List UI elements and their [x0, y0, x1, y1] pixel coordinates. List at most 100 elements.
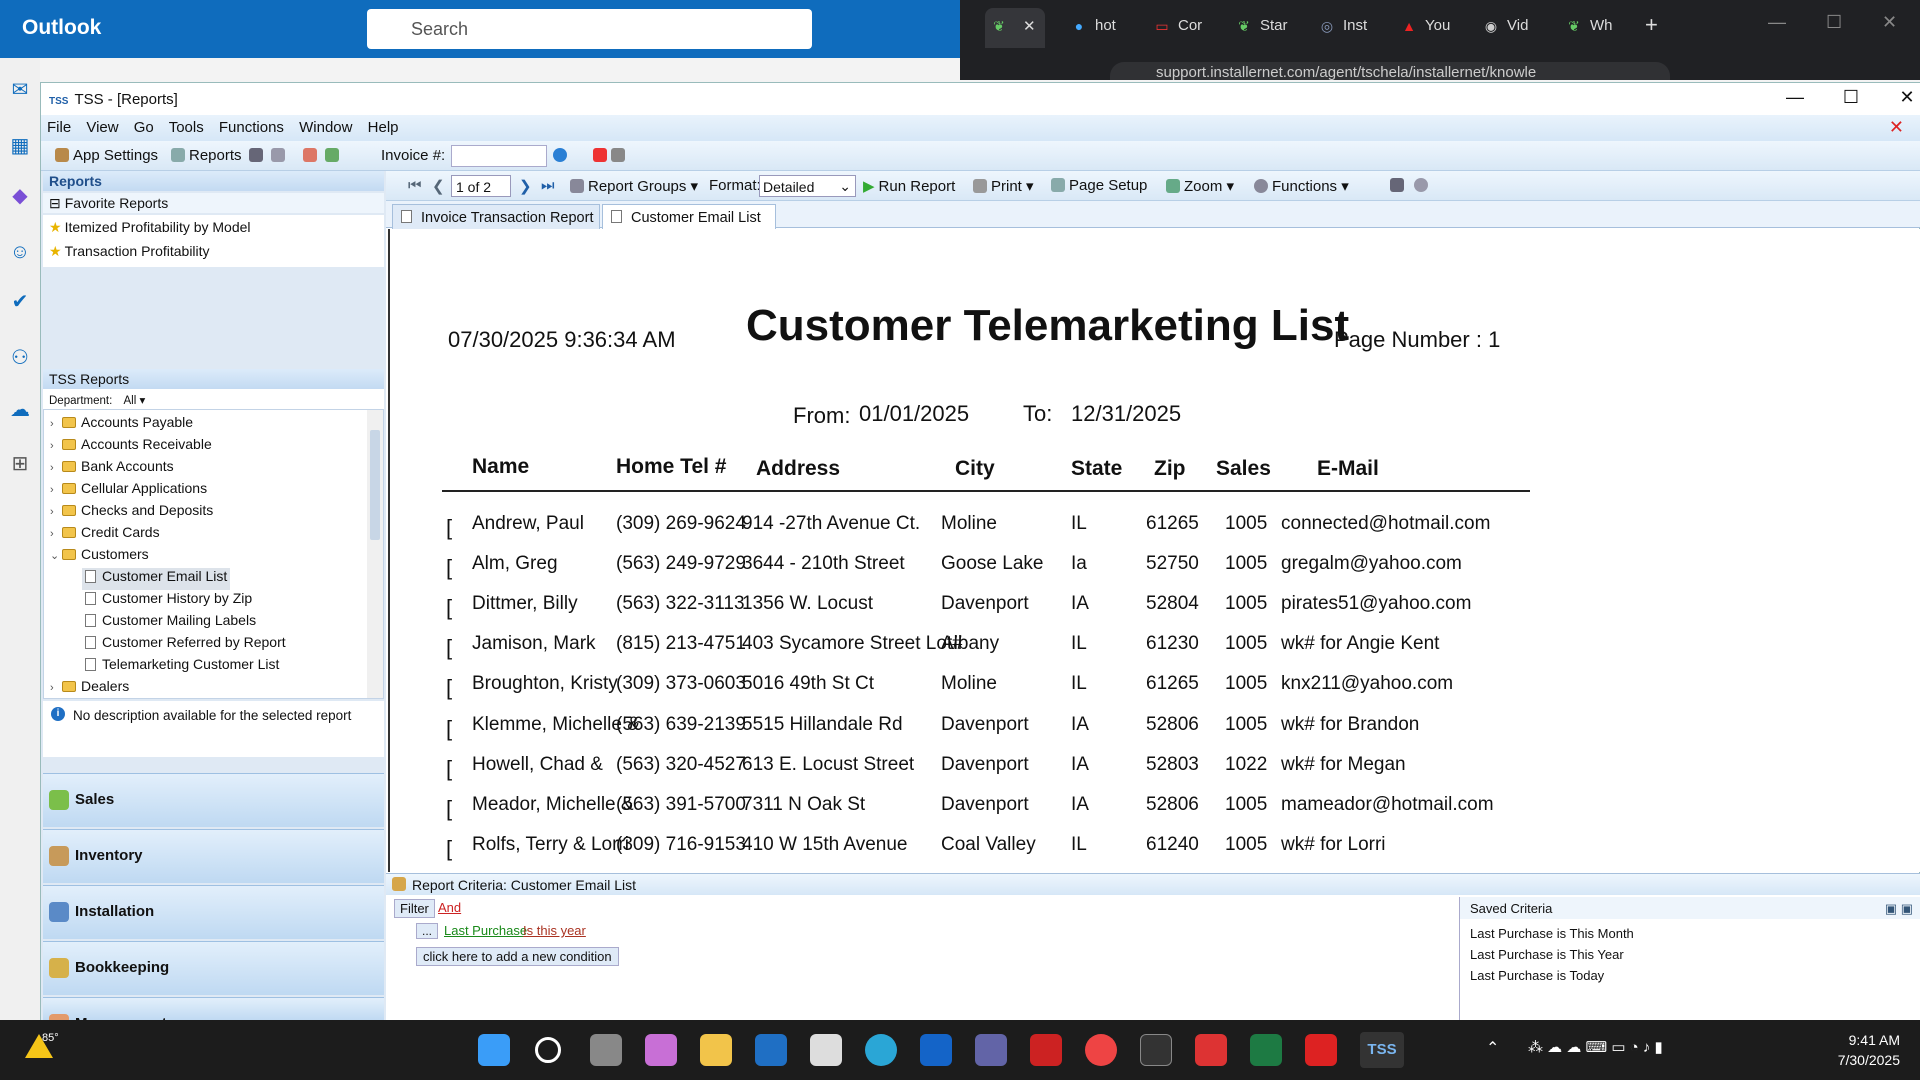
- chrome-tab[interactable]: ❦ Star: [1230, 12, 1300, 40]
- nav-sales[interactable]: Sales: [43, 773, 384, 827]
- weather-widget[interactable]: 85°: [24, 1032, 59, 1066]
- invoice-number-input[interactable]: [451, 145, 547, 167]
- first-page-button[interactable]: ⏮: [408, 177, 422, 194]
- tss-reports-header[interactable]: TSS Reports: [43, 369, 384, 389]
- onedrive-icon[interactable]: ☁: [8, 398, 32, 422]
- maximize-button[interactable]: ☐: [1826, 12, 1842, 33]
- calendar-icon[interactable]: ▦: [8, 134, 32, 158]
- add-condition-button[interactable]: click here to add a new condition: [416, 947, 619, 966]
- outlook-search-input[interactable]: Search: [367, 9, 812, 49]
- edge-icon[interactable]: [865, 1034, 897, 1066]
- remote-app-icon[interactable]: [755, 1034, 787, 1066]
- tss-taskbar-icon[interactable]: TSS: [1360, 1032, 1404, 1068]
- mail-icon[interactable]: ✉: [8, 78, 32, 102]
- prev-page-button[interactable]: ❮: [432, 177, 445, 195]
- tree-folder-credit-cards[interactable]: › Credit Cards: [50, 524, 160, 546]
- zoom-dropdown[interactable]: Zoom ▾: [1166, 177, 1234, 195]
- tree-folder-bank-accounts[interactable]: › Bank Accounts: [50, 458, 174, 480]
- page-number-input[interactable]: 1 of 2: [451, 175, 511, 197]
- tree-folder-dealers[interactable]: › Dealers: [50, 678, 129, 698]
- todo-icon[interactable]: ✔: [8, 290, 32, 314]
- tray-overflow-icon[interactable]: ⌃: [1486, 1038, 1499, 1058]
- report-viewer[interactable]: 07/30/2025 9:36:34 AM Customer Telemarke…: [388, 229, 1920, 872]
- acrobat-icon[interactable]: [1305, 1034, 1337, 1066]
- tree-scrollbar[interactable]: [367, 410, 383, 698]
- tab-customer-email-list[interactable]: Customer Email List: [602, 204, 776, 229]
- tree-folder-cellular-applications[interactable]: › Cellular Applications: [50, 480, 207, 502]
- chrome-tab[interactable]: ▲ You: [1395, 12, 1465, 40]
- teams-icon[interactable]: [975, 1034, 1007, 1066]
- teams-icon[interactable]: ⚇: [8, 346, 32, 370]
- taskbar-clock[interactable]: 9:41 AM 7/30/2025: [1838, 1030, 1900, 1070]
- favorite-reports-header[interactable]: ⊟ Favorite Reports: [43, 193, 384, 213]
- taskview-icon[interactable]: [590, 1034, 622, 1066]
- saved-criteria-item[interactable]: Last Purchase is This Year: [1470, 944, 1920, 965]
- file-explorer-icon[interactable]: [700, 1034, 732, 1066]
- tree-folder-checks-deposits[interactable]: › Checks and Deposits: [50, 502, 213, 524]
- minimize-button[interactable]: —: [1768, 12, 1786, 33]
- nav-bookkeeping[interactable]: Bookkeeping: [43, 941, 384, 995]
- page-setup-button[interactable]: Page Setup: [1051, 177, 1147, 194]
- tree-folder-accounts-receivable[interactable]: › Accounts Receivable: [50, 436, 212, 458]
- users-button[interactable]: [303, 147, 321, 164]
- new-tab-button[interactable]: +: [1645, 12, 1658, 38]
- chrome-tab-active[interactable]: ❦ ✕: [985, 8, 1045, 48]
- close-button[interactable]: ✕: [1882, 12, 1897, 33]
- store-icon[interactable]: [810, 1034, 842, 1066]
- chrome-tab[interactable]: ◉ Vid: [1477, 12, 1547, 40]
- help-button[interactable]: [1414, 177, 1432, 194]
- save-icon[interactable]: ▣ ▣: [1885, 901, 1913, 917]
- menu-functions[interactable]: Functions: [219, 119, 284, 136]
- chrome-icon[interactable]: [1085, 1034, 1117, 1066]
- condition-operator[interactable]: Is this year: [523, 923, 586, 938]
- binoculars-button[interactable]: [1390, 177, 1408, 194]
- favorite-item[interactable]: ★ Itemized Profitability by Model: [43, 215, 384, 239]
- people-icon[interactable]: ☺: [8, 240, 32, 264]
- tree-item-telemarketing-list[interactable]: Telemarketing Customer List: [85, 656, 279, 678]
- tree-folder-customers[interactable]: ⌄ Customers: [50, 546, 149, 568]
- menu-file[interactable]: File: [47, 119, 71, 136]
- chrome-tab[interactable]: ◎ Inst: [1313, 12, 1383, 40]
- hearts-button[interactable]: [593, 147, 629, 164]
- print-button[interactable]: Print ▾: [973, 177, 1034, 195]
- mdi-close-icon[interactable]: ✕: [1889, 117, 1904, 138]
- reports-button[interactable]: Reports: [171, 147, 242, 164]
- condition-menu-button[interactable]: ...: [416, 923, 439, 939]
- condition-field[interactable]: Last Purchase: [444, 923, 527, 938]
- nav-inventory[interactable]: Inventory: [43, 829, 384, 883]
- minimize-button[interactable]: —: [1775, 87, 1815, 108]
- scroll-thumb[interactable]: [370, 430, 380, 540]
- format-select[interactable]: Detailed ⌄: [759, 175, 856, 197]
- close-icon[interactable]: ✕: [1023, 17, 1036, 35]
- globe-button[interactable]: [325, 147, 343, 164]
- chrome-tab[interactable]: ❦ Wh: [1560, 12, 1630, 40]
- tree-item-customer-history-zip[interactable]: Customer History by Zip: [85, 590, 252, 612]
- nav-management[interactable]: Management: [43, 997, 384, 1034]
- binoculars-button[interactable]: [249, 147, 267, 164]
- tree-item-customer-email-list[interactable]: Customer Email List: [82, 568, 231, 590]
- menu-tools[interactable]: Tools: [169, 119, 204, 136]
- copilot-icon[interactable]: ◆: [8, 184, 32, 208]
- maximize-button[interactable]: ☐: [1831, 87, 1871, 108]
- outlook-icon[interactable]: [920, 1034, 952, 1066]
- favorite-item[interactable]: ★ Transaction Profitability: [43, 239, 384, 263]
- tray-icons[interactable]: ⁂ ☁ ☁ ⌨ ▭ ◔ ♪ ▮: [1528, 1038, 1663, 1056]
- saved-criteria-item[interactable]: Last Purchase is This Month: [1470, 923, 1920, 944]
- chrome-tab[interactable]: ▭ Cor: [1148, 12, 1218, 40]
- remote-desktop-icon[interactable]: [1195, 1034, 1227, 1066]
- next-page-button[interactable]: ❯: [519, 177, 532, 195]
- functions-dropdown[interactable]: Functions ▾: [1254, 177, 1349, 195]
- search-icon[interactable]: [535, 1037, 561, 1063]
- copilot-icon[interactable]: [645, 1034, 677, 1066]
- tool-button[interactable]: [271, 147, 289, 164]
- nav-installation[interactable]: Installation: [43, 885, 384, 939]
- apps-icon[interactable]: ⊞: [8, 452, 32, 476]
- tree-item-customer-referred[interactable]: Customer Referred by Report: [85, 634, 286, 656]
- menu-help[interactable]: Help: [368, 119, 399, 136]
- tree-item-customer-mailing-labels[interactable]: Customer Mailing Labels: [85, 612, 256, 634]
- menu-view[interactable]: View: [86, 119, 118, 136]
- tab-invoice-transaction-report[interactable]: Invoice Transaction Report: [392, 204, 600, 229]
- chrome-address-bar[interactable]: support.installernet.com/agent/tschela/i…: [1110, 62, 1670, 80]
- start-icon[interactable]: [478, 1034, 510, 1066]
- excel-icon[interactable]: [1250, 1034, 1282, 1066]
